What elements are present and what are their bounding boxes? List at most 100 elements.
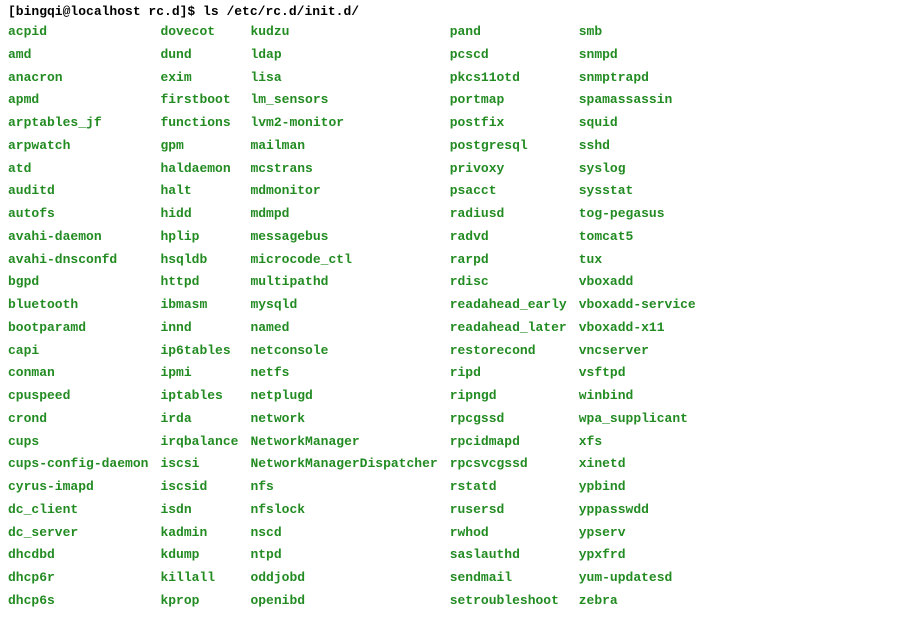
file-entry: lisa xyxy=(250,67,437,90)
file-entry: readahead_early xyxy=(450,294,567,317)
file-entry: messagebus xyxy=(250,226,437,249)
file-entry: ripngd xyxy=(450,385,567,408)
file-entry: amd xyxy=(8,44,148,67)
file-entry: named xyxy=(250,317,437,340)
file-entry: dhcp6r xyxy=(8,567,148,590)
file-entry: autofs xyxy=(8,203,148,226)
file-entry: privoxy xyxy=(450,158,567,181)
file-entry: ip6tables xyxy=(160,340,238,363)
file-entry: bgpd xyxy=(8,271,148,294)
file-entry: mdmonitor xyxy=(250,180,437,203)
file-entry: squid xyxy=(579,112,696,135)
file-entry: mdmpd xyxy=(250,203,437,226)
file-entry: kadmin xyxy=(160,522,238,545)
file-entry: atd xyxy=(8,158,148,181)
file-entry: rdisc xyxy=(450,271,567,294)
file-entry: httpd xyxy=(160,271,238,294)
file-entry: lvm2-monitor xyxy=(250,112,437,135)
file-entry: dhcdbd xyxy=(8,544,148,567)
file-entry: NetworkManagerDispatcher xyxy=(250,453,437,476)
file-entry: portmap xyxy=(450,89,567,112)
file-entry: multipathd xyxy=(250,271,437,294)
file-entry: cups-config-daemon xyxy=(8,453,148,476)
file-entry: ypbind xyxy=(579,476,696,499)
file-entry: tog-pegasus xyxy=(579,203,696,226)
file-entry: xfs xyxy=(579,431,696,454)
file-entry: yppasswdd xyxy=(579,499,696,522)
file-entry: sshd xyxy=(579,135,696,158)
file-entry: xinetd xyxy=(579,453,696,476)
file-entry: dhcp6s xyxy=(8,590,148,613)
file-entry: ipmi xyxy=(160,362,238,385)
file-entry: cups xyxy=(8,431,148,454)
file-entry: auditd xyxy=(8,180,148,203)
file-entry: vboxadd xyxy=(579,271,696,294)
file-entry: smb xyxy=(579,21,696,44)
file-entry: conman xyxy=(8,362,148,385)
file-entry: pand xyxy=(450,21,567,44)
file-entry: dc_client xyxy=(8,499,148,522)
file-entry: sendmail xyxy=(450,567,567,590)
file-entry: rwhod xyxy=(450,522,567,545)
file-entry: hplip xyxy=(160,226,238,249)
file-entry: irqbalance xyxy=(160,431,238,454)
file-entry: microcode_ctl xyxy=(250,249,437,272)
file-entry: cyrus-imapd xyxy=(8,476,148,499)
file-entry: pkcs11otd xyxy=(450,67,567,90)
file-entry: spamassassin xyxy=(579,89,696,112)
file-entry: kdump xyxy=(160,544,238,567)
file-entry: kprop xyxy=(160,590,238,613)
file-entry: exim xyxy=(160,67,238,90)
file-entry: saslauthd xyxy=(450,544,567,567)
file-entry: psacct xyxy=(450,180,567,203)
file-entry: dund xyxy=(160,44,238,67)
file-entry: haldaemon xyxy=(160,158,238,181)
listing-column-0: acpidamdanacronapmdarptables_jfarpwatcha… xyxy=(8,21,148,613)
file-entry: apmd xyxy=(8,89,148,112)
file-entry: avahi-daemon xyxy=(8,226,148,249)
file-entry: radvd xyxy=(450,226,567,249)
file-entry: rpcgssd xyxy=(450,408,567,431)
file-entry: bootparamd xyxy=(8,317,148,340)
file-entry: arptables_jf xyxy=(8,112,148,135)
file-entry: netfs xyxy=(250,362,437,385)
file-entry: pcscd xyxy=(450,44,567,67)
file-entry: snmptrapd xyxy=(579,67,696,90)
file-entry: oddjobd xyxy=(250,567,437,590)
file-entry: snmpd xyxy=(579,44,696,67)
file-entry: killall xyxy=(160,567,238,590)
file-entry: restorecond xyxy=(450,340,567,363)
file-entry: rpcidmapd xyxy=(450,431,567,454)
file-entry: openibd xyxy=(250,590,437,613)
file-entry: netplugd xyxy=(250,385,437,408)
file-entry: rusersd xyxy=(450,499,567,522)
file-entry: tomcat5 xyxy=(579,226,696,249)
file-entry: iscsi xyxy=(160,453,238,476)
file-entry: iscsid xyxy=(160,476,238,499)
file-entry: dovecot xyxy=(160,21,238,44)
file-entry: ypxfrd xyxy=(579,544,696,567)
file-entry: sysstat xyxy=(579,180,696,203)
file-entry: ntpd xyxy=(250,544,437,567)
file-entry: hsqldb xyxy=(160,249,238,272)
file-entry: lm_sensors xyxy=(250,89,437,112)
file-entry: vsftpd xyxy=(579,362,696,385)
shell-prompt-line: [bingqi@localhost rc.d]$ ls /etc/rc.d/in… xyxy=(8,4,906,19)
file-entry: zebra xyxy=(579,590,696,613)
file-entry: ibmasm xyxy=(160,294,238,317)
file-entry: acpid xyxy=(8,21,148,44)
file-entry: ypserv xyxy=(579,522,696,545)
file-entry: irda xyxy=(160,408,238,431)
file-entry: nscd xyxy=(250,522,437,545)
file-entry: network xyxy=(250,408,437,431)
file-entry: tux xyxy=(579,249,696,272)
file-entry: ripd xyxy=(450,362,567,385)
file-entry: wpa_supplicant xyxy=(579,408,696,431)
file-entry: mailman xyxy=(250,135,437,158)
file-entry: nfslock xyxy=(250,499,437,522)
prompt-user-host: [bingqi@localhost rc.d]$ xyxy=(8,4,195,19)
file-entry: capi xyxy=(8,340,148,363)
file-entry: bluetooth xyxy=(8,294,148,317)
file-entry: readahead_later xyxy=(450,317,567,340)
file-entry: NetworkManager xyxy=(250,431,437,454)
